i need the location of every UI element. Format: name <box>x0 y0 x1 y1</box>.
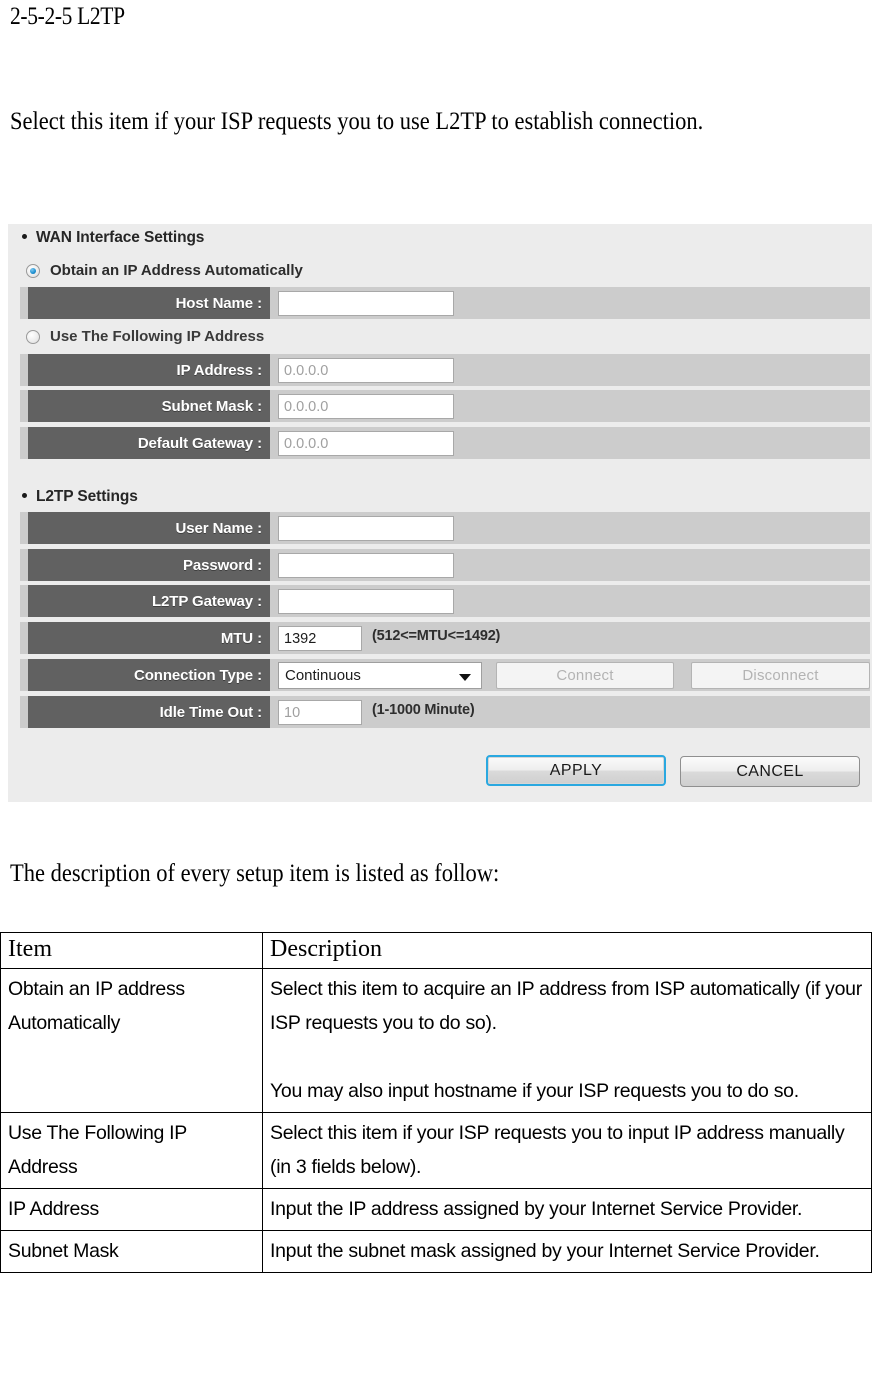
field-row-mtu: MTU : 1392 (512<=MTU<=1492) <box>20 622 870 654</box>
default-gateway-label: Default Gateway : <box>28 427 270 459</box>
table-cell-description: Input the subnet mask assigned by your I… <box>262 1230 872 1273</box>
bullet-icon <box>22 234 27 240</box>
table-cell-description: Select this item to acquire an IP addres… <box>262 968 872 1113</box>
table-cell-item: Use The Following IP Address <box>0 1112 263 1189</box>
radio-obtain-ip-automatically[interactable]: Obtain an IP Address Automatically <box>8 262 303 279</box>
table-row: Subnet Mask Input the subnet mask assign… <box>0 1230 872 1273</box>
disconnect-button[interactable]: Disconnect <box>691 662 870 689</box>
chevron-down-icon <box>459 674 471 681</box>
table-cell-item: Subnet Mask <box>0 1230 263 1273</box>
table-row: IP Address Input the IP address assigned… <box>0 1188 872 1231</box>
subnet-mask-input[interactable]: 0.0.0.0 <box>278 394 454 419</box>
mtu-range-hint: (512<=MTU<=1492) <box>372 628 501 644</box>
column-header-description: Description <box>262 932 872 969</box>
idle-time-out-input[interactable]: 10 <box>278 700 362 725</box>
default-gateway-input[interactable]: 0.0.0.0 <box>278 431 454 456</box>
ip-address-input[interactable]: 0.0.0.0 <box>278 358 454 383</box>
follow-paragraph: The description of every setup item is l… <box>10 860 500 887</box>
connection-type-select[interactable]: Continuous <box>278 662 482 689</box>
user-name-input[interactable] <box>278 516 454 541</box>
idle-time-out-range-hint: (1-1000 Minute) <box>372 702 475 718</box>
field-row-idle-time-out: Idle Time Out : 10 (1-1000 Minute) <box>20 696 870 728</box>
wan-interface-settings-heading: WAN Interface Settings <box>22 229 204 247</box>
cancel-button[interactable]: CANCEL <box>680 756 860 787</box>
table-cell-description: Select this item if your ISP requests yo… <box>262 1112 872 1189</box>
ip-address-label: IP Address : <box>28 354 270 386</box>
bullet-icon <box>22 493 27 499</box>
table-cell-description: Input the IP address assigned by your In… <box>262 1188 872 1231</box>
description-paragraph-1: Select this item to acquire an IP addres… <box>270 978 862 1034</box>
radio-unchecked-icon[interactable] <box>26 329 40 344</box>
radio-obtain-ip-automatically-label: Obtain an IP Address Automatically <box>50 262 303 279</box>
radio-checked-icon[interactable] <box>26 263 40 278</box>
apply-button[interactable]: APPLY <box>486 755 666 786</box>
subnet-mask-label: Subnet Mask : <box>28 390 270 422</box>
field-row-subnet-mask: Subnet Mask : 0.0.0.0 <box>20 390 870 422</box>
router-config-screenshot: WAN Interface Settings Obtain an IP Addr… <box>8 224 872 802</box>
table-row: Obtain an IP address Automatically Selec… <box>0 968 872 1113</box>
password-input[interactable] <box>278 553 454 578</box>
field-row-host-name: Host Name : <box>20 287 870 319</box>
host-name-label: Host Name : <box>28 287 270 319</box>
table-row: Use The Following IP Address Select this… <box>0 1112 872 1189</box>
column-header-item: Item <box>0 932 263 969</box>
field-row-default-gateway: Default Gateway : 0.0.0.0 <box>20 427 870 459</box>
l2tp-settings-heading: L2TP Settings <box>22 488 138 506</box>
table-header-row: Item Description <box>0 932 872 969</box>
connection-type-label: Connection Type : <box>28 659 270 691</box>
l2tp-gateway-label: L2TP Gateway : <box>28 585 270 617</box>
l2tp-gateway-input[interactable] <box>278 589 454 614</box>
table-cell-item: Obtain an IP address Automatically <box>0 968 263 1113</box>
mtu-label: MTU : <box>28 622 270 654</box>
page-title: 2-5-2-5 L2TP <box>10 3 125 30</box>
field-row-password: Password : <box>20 549 870 581</box>
mtu-input[interactable]: 1392 <box>278 626 362 651</box>
connection-type-value: Continuous <box>285 667 361 684</box>
radio-use-following-ip-label: Use The Following IP Address <box>50 328 265 345</box>
host-name-input[interactable] <box>278 291 454 316</box>
radio-use-following-ip[interactable]: Use The Following IP Address <box>8 328 264 345</box>
table-cell-item: IP Address <box>0 1188 263 1231</box>
intro-paragraph: Select this item if your ISP requests yo… <box>10 108 704 135</box>
connect-button[interactable]: Connect <box>496 662 674 689</box>
field-row-user-name: User Name : <box>20 512 870 544</box>
field-row-ip-address: IP Address : 0.0.0.0 <box>20 354 870 386</box>
idle-time-out-label: Idle Time Out : <box>28 696 270 728</box>
description-paragraph-2: You may also input hostname if your ISP … <box>270 1080 799 1102</box>
setup-item-description-table: Item Description Obtain an IP address Au… <box>0 932 872 1273</box>
password-label: Password : <box>28 549 270 581</box>
field-row-connection-type: Connection Type : Continuous Connect Dis… <box>20 659 870 691</box>
user-name-label: User Name : <box>28 512 270 544</box>
field-row-l2tp-gateway: L2TP Gateway : <box>20 585 870 617</box>
